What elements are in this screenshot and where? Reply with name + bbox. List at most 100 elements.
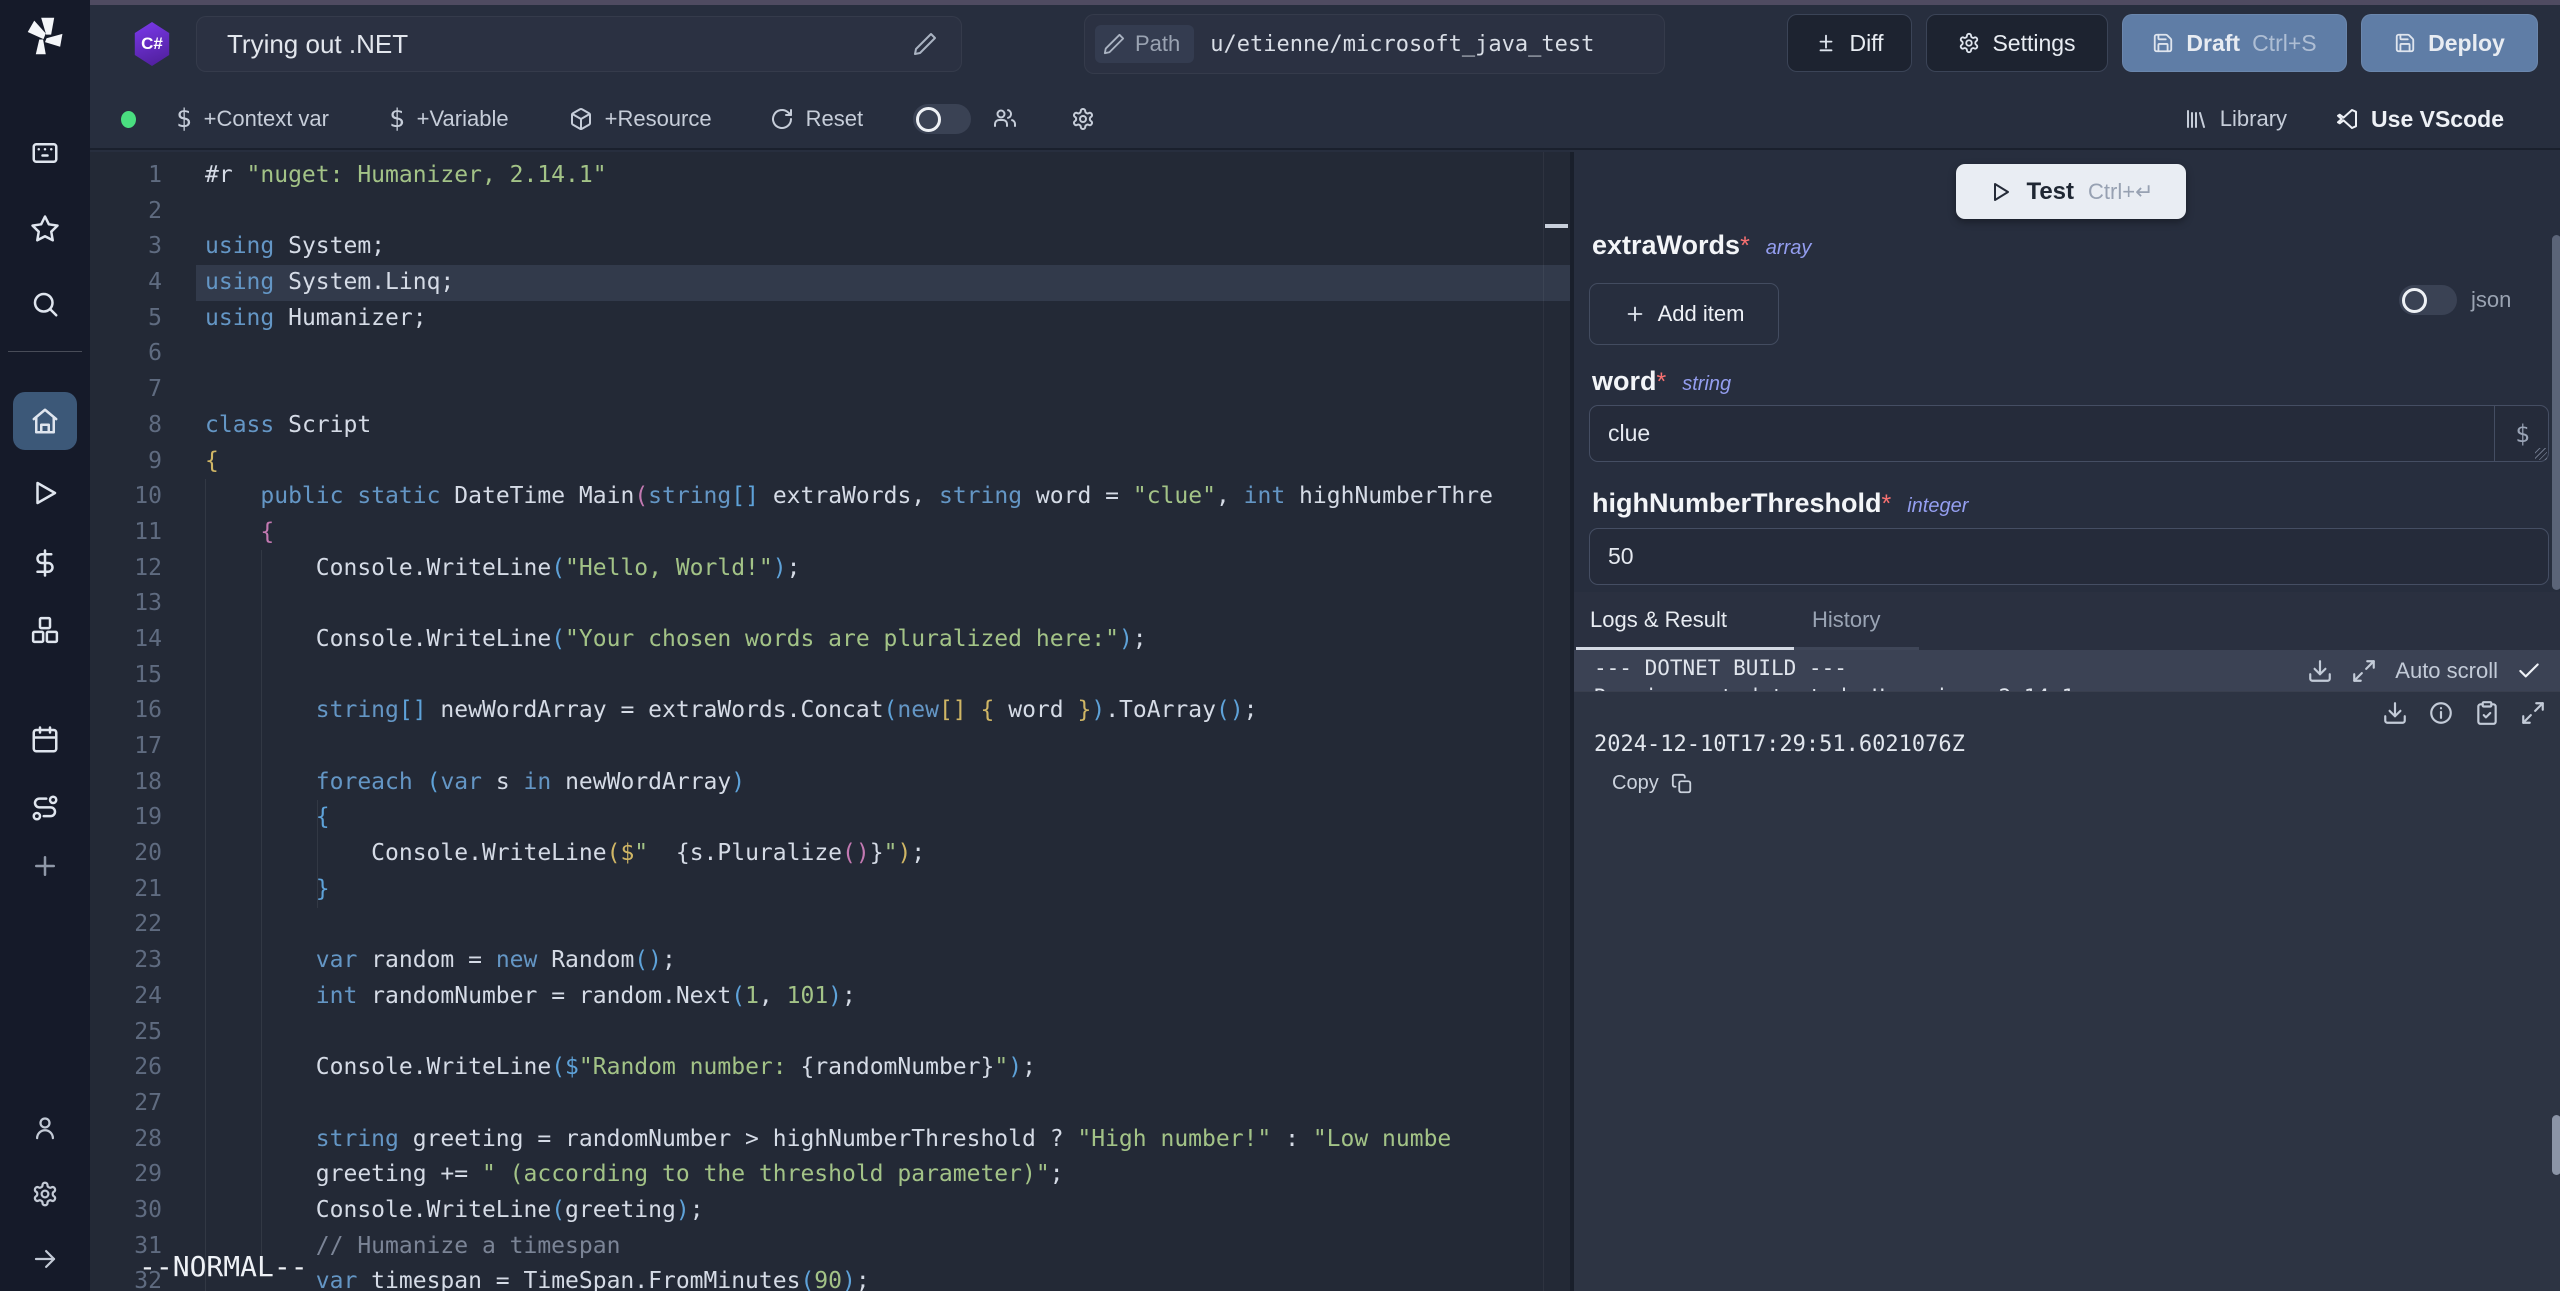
tab-history[interactable]: History xyxy=(1812,592,1880,647)
code-line[interactable]: 17 xyxy=(90,729,1570,765)
required-star: * xyxy=(1882,490,1892,518)
sidebar-item-variables[interactable] xyxy=(30,548,60,578)
info-icon[interactable] xyxy=(2428,700,2454,726)
code-line[interactable]: 12 Console.WriteLine("Hello, World!"); xyxy=(90,551,1570,587)
code-line[interactable]: 3using System; xyxy=(90,229,1570,265)
arg-extrawords-header: extraWords* array xyxy=(1592,230,1811,261)
diff-mode-toggle[interactable] xyxy=(913,104,971,134)
sidebar-item-search[interactable] xyxy=(30,289,60,319)
path-field[interactable]: Path u/etienne/microsoft_java_test xyxy=(1084,14,1665,74)
sidebar-item-favorites[interactable] xyxy=(30,214,60,244)
code-editor[interactable]: 1#r "nuget: Humanizer, 2.14.1"23using Sy… xyxy=(90,152,1570,1291)
dollar-icon: $ xyxy=(176,104,192,134)
sidebar-item-user[interactable] xyxy=(32,1115,59,1142)
test-label: Test xyxy=(2026,178,2074,206)
panel-vertical-scrollbar[interactable] xyxy=(2552,235,2560,590)
json-toggle[interactable] xyxy=(2399,285,2457,315)
code-line[interactable]: 16 string[] newWordArray = extraWords.Co… xyxy=(90,693,1570,729)
code-line[interactable]: 15 xyxy=(90,658,1570,694)
sidebar-item-resources[interactable] xyxy=(30,615,60,645)
required-star: * xyxy=(1740,232,1750,260)
editor-scrollbar-track[interactable] xyxy=(1543,152,1544,1291)
add-resource-button[interactable]: +Resource xyxy=(569,106,712,132)
code-line[interactable]: 14 Console.WriteLine("Your chosen words … xyxy=(90,622,1570,658)
download-result-icon[interactable] xyxy=(2382,700,2408,726)
sidebar-item-settings[interactable] xyxy=(32,1181,59,1208)
test-kbd-hint: Ctrl+↵ xyxy=(2088,179,2154,205)
sidebar-item-runs[interactable] xyxy=(30,478,60,508)
script-title-field[interactable]: Trying out .NET xyxy=(196,16,962,72)
result-output[interactable]: 2024-12-10T17:29:51.6021076Z Copy xyxy=(1574,691,2560,1291)
code-line[interactable]: 22 xyxy=(90,907,1570,943)
copy-result-button[interactable]: Copy xyxy=(1612,772,1693,795)
code-line[interactable]: 27 xyxy=(90,1086,1570,1122)
arg-name: word xyxy=(1592,366,1657,396)
sidebar-item-panel[interactable] xyxy=(30,138,60,168)
add-resource-label: +Resource xyxy=(605,106,712,132)
plus-icon xyxy=(1624,303,1646,325)
code-line[interactable]: 18 foreach (var s in newWordArray) xyxy=(90,765,1570,801)
library-button[interactable]: Library xyxy=(2184,106,2287,132)
code-line[interactable]: 11 { xyxy=(90,515,1570,551)
code-line[interactable]: 5using Humanizer; xyxy=(90,301,1570,337)
windmill-logo-icon[interactable] xyxy=(22,13,68,59)
edit-title-pencil-icon[interactable] xyxy=(913,32,937,56)
code-line[interactable]: 21 } xyxy=(90,872,1570,908)
code-line[interactable]: 1#r "nuget: Humanizer, 2.14.1" xyxy=(90,158,1570,194)
expand-logs-icon[interactable] xyxy=(2351,658,2377,684)
code-line[interactable]: 6 xyxy=(90,336,1570,372)
code-line[interactable]: 32 var timespan = TimeSpan.FromMinutes(9… xyxy=(90,1264,1570,1291)
code-line[interactable]: 26 Console.WriteLine($"Random number: {r… xyxy=(90,1050,1570,1086)
code-line[interactable]: 29 greeting += " (according to the thres… xyxy=(90,1157,1570,1193)
code-line[interactable]: 8class Script xyxy=(90,408,1570,444)
sidebar-item-expand[interactable] xyxy=(32,1246,59,1273)
sidebar-item-add[interactable] xyxy=(30,851,60,881)
draft-button[interactable]: Draft Ctrl+S xyxy=(2122,14,2347,72)
code-line[interactable]: 10 public static DateTime Main(string[] … xyxy=(90,479,1570,515)
code-line[interactable]: 4using System.Linq; xyxy=(90,265,1570,301)
sidebar-item-flows[interactable] xyxy=(30,793,60,823)
word-input[interactable] xyxy=(1589,405,2549,462)
multiplayer-button[interactable] xyxy=(993,107,1017,131)
expand-result-icon[interactable] xyxy=(2520,700,2546,726)
settings-button[interactable]: Settings xyxy=(1926,14,2108,72)
save-icon xyxy=(2152,32,2174,54)
add-variable-button[interactable]: $ +Variable xyxy=(389,104,509,134)
settings-label: Settings xyxy=(1992,30,2075,57)
sidebar xyxy=(0,0,90,1291)
code-line[interactable]: 7 xyxy=(90,372,1570,408)
code-line[interactable]: 24 int randomNumber = random.Next(1, 101… xyxy=(90,979,1570,1015)
add-item-button[interactable]: Add item xyxy=(1589,283,1779,345)
code-line[interactable]: 25 xyxy=(90,1015,1570,1051)
sidebar-item-schedules[interactable] xyxy=(30,725,60,755)
reset-button[interactable]: Reset xyxy=(770,106,863,132)
logs-vertical-scrollbar[interactable] xyxy=(2552,1115,2560,1175)
vim-mode-indicator: --NORMAL-- xyxy=(139,1250,308,1283)
code-line[interactable]: 13 xyxy=(90,586,1570,622)
test-button[interactable]: Test Ctrl+↵ xyxy=(1956,164,2186,219)
code-line[interactable]: 19 { xyxy=(90,800,1570,836)
draft-label: Draft xyxy=(2186,30,2240,57)
download-logs-icon[interactable] xyxy=(2307,658,2333,684)
editor-settings-button[interactable] xyxy=(1071,107,1095,131)
diff-button[interactable]: Diff xyxy=(1787,14,1912,72)
deploy-button[interactable]: Deploy xyxy=(2361,14,2538,72)
clipboard-check-icon[interactable] xyxy=(2474,700,2500,726)
route-icon xyxy=(30,793,60,823)
code-line[interactable]: 28 string greeting = randomNumber > high… xyxy=(90,1122,1570,1158)
tab-logs-result[interactable]: Logs & Result xyxy=(1590,592,1727,647)
use-vscode-button[interactable]: Use VScode xyxy=(2335,106,2504,133)
code-line[interactable]: 23 var random = new Random(); xyxy=(90,943,1570,979)
code-line[interactable]: 31 // Humanize a timespan xyxy=(90,1229,1570,1265)
code-line[interactable]: 2 xyxy=(90,194,1570,230)
code-line[interactable]: 9{ xyxy=(90,444,1570,480)
highnumberthreshold-input[interactable] xyxy=(1589,528,2549,585)
add-context-var-button[interactable]: $ +Context var xyxy=(176,104,329,134)
check-icon[interactable] xyxy=(2516,658,2542,684)
code-line[interactable]: 30 Console.WriteLine(greeting); xyxy=(90,1193,1570,1229)
arg-name: highNumberThreshold xyxy=(1592,488,1882,518)
sidebar-item-home[interactable] xyxy=(30,406,60,436)
add-item-label: Add item xyxy=(1658,301,1745,327)
input-resize-handle[interactable] xyxy=(2535,448,2547,460)
code-line[interactable]: 20 Console.WriteLine($" {s.Pluralize()}"… xyxy=(90,836,1570,872)
